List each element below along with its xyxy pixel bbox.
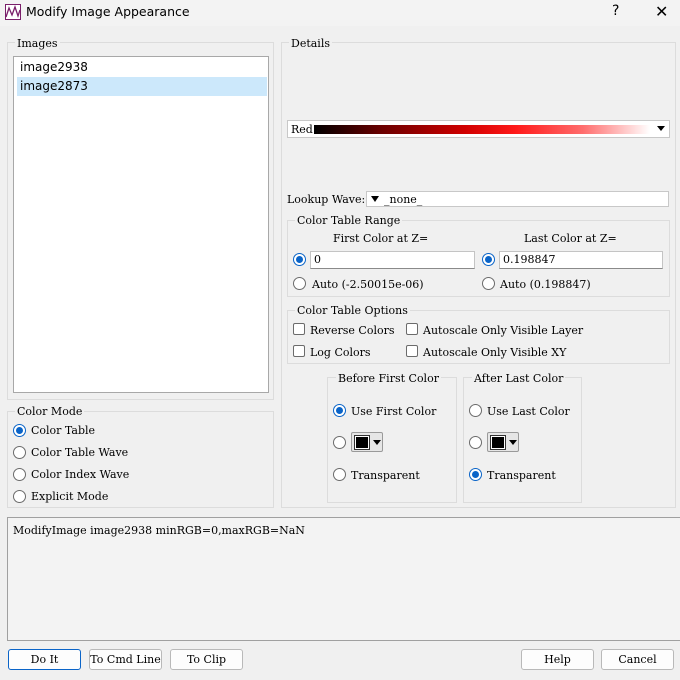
after-color-picker[interactable] [487,432,519,452]
last-auto-label: Auto (0.198847) [500,278,591,291]
color-swatch [490,435,506,450]
after-transparent-radio[interactable] [469,468,482,481]
autoscale-xy-label: Autoscale Only Visible XY [423,346,567,359]
first-color-header: First Color at Z= [333,232,429,245]
images-list[interactable]: image2938 image2873 [13,56,269,393]
reverse-colors-checkbox[interactable] [293,323,305,335]
details-label: Details [289,37,332,50]
color-table-gradient [314,125,650,134]
color-table-options-label: Color Table Options [295,304,410,317]
color-index-wave-label: Color Index Wave [31,468,130,481]
help-button[interactable]: Help [521,649,594,670]
use-first-color-radio[interactable] [333,404,346,417]
color-mode-label: Color Mode [15,405,85,418]
lookup-wave-popup[interactable]: _none_ [366,191,669,207]
chevron-down-icon [509,440,517,445]
last-auto-radio[interactable] [482,277,495,290]
app-icon [5,4,21,20]
color-index-wave-radio[interactable] [13,468,26,481]
before-color-picker[interactable] [351,432,383,452]
color-swatch [354,435,370,450]
chevron-down-icon [371,196,379,202]
color-table-wave-radio[interactable] [13,446,26,459]
after-transparent-label: Transparent [487,469,556,482]
last-color-field[interactable]: 0.198847 [499,251,663,269]
to-cmd-line-button[interactable]: To Cmd Line [89,649,162,670]
images-group-label: Images [15,37,60,50]
log-colors-checkbox[interactable] [293,345,305,357]
before-transparent-label: Transparent [351,469,420,482]
last-color-value-radio[interactable] [482,253,495,266]
list-item-image2873[interactable]: image2873 [17,77,267,96]
do-it-button[interactable]: Do It [8,649,81,670]
first-auto-label: Auto (-2.50015e-06) [312,278,424,291]
list-item-image2938[interactable]: image2938 [17,58,267,77]
cancel-button[interactable]: Cancel [601,649,674,670]
use-last-color-label: Use Last Color [487,405,570,418]
color-table-range-label: Color Table Range [295,214,403,227]
autoscale-layer-label: Autoscale Only Visible Layer [423,324,584,337]
before-first-color-label: Before First Color [336,372,441,385]
color-table-wave-label: Color Table Wave [31,446,129,459]
before-color-radio[interactable] [333,436,346,449]
first-color-value-radio[interactable] [293,253,306,266]
first-color-field[interactable]: 0 [310,251,475,269]
use-last-color-radio[interactable] [469,404,482,417]
color-table-radio[interactable] [13,424,26,437]
title-bar: Modify Image Appearance ? ✕ [0,0,680,26]
color-table-name: Red [291,123,313,136]
use-first-color-label: Use First Color [351,405,437,418]
command-text: ModifyImage image2938 minRGB=0,maxRGB=Na… [13,524,305,537]
first-auto-radio[interactable] [293,277,306,290]
close-icon[interactable]: ✕ [655,2,668,21]
after-color-radio[interactable] [469,436,482,449]
command-text-area[interactable]: ModifyImage image2938 minRGB=0,maxRGB=Na… [7,517,680,641]
lookup-wave-label: Lookup Wave: [287,193,366,206]
before-first-color-group [327,377,457,503]
chevron-down-icon [373,440,381,445]
lookup-wave-value: _none_ [384,193,423,206]
chevron-down-icon [657,126,665,131]
before-transparent-radio[interactable] [333,468,346,481]
color-table-popup[interactable]: Red [287,120,670,138]
reverse-colors-label: Reverse Colors [310,324,395,337]
explicit-mode-label: Explicit Mode [31,490,109,503]
autoscale-layer-checkbox[interactable] [406,323,418,335]
last-color-header: Last Color at Z= [524,232,617,245]
help-icon[interactable]: ? [612,3,619,19]
color-table-label: Color Table [31,424,96,437]
to-clip-button[interactable]: To Clip [170,649,243,670]
window-title: Modify Image Appearance [26,4,190,19]
explicit-mode-radio[interactable] [13,490,26,503]
after-last-color-label: After Last Color [472,372,566,385]
log-colors-label: Log Colors [310,346,371,359]
autoscale-xy-checkbox[interactable] [406,345,418,357]
